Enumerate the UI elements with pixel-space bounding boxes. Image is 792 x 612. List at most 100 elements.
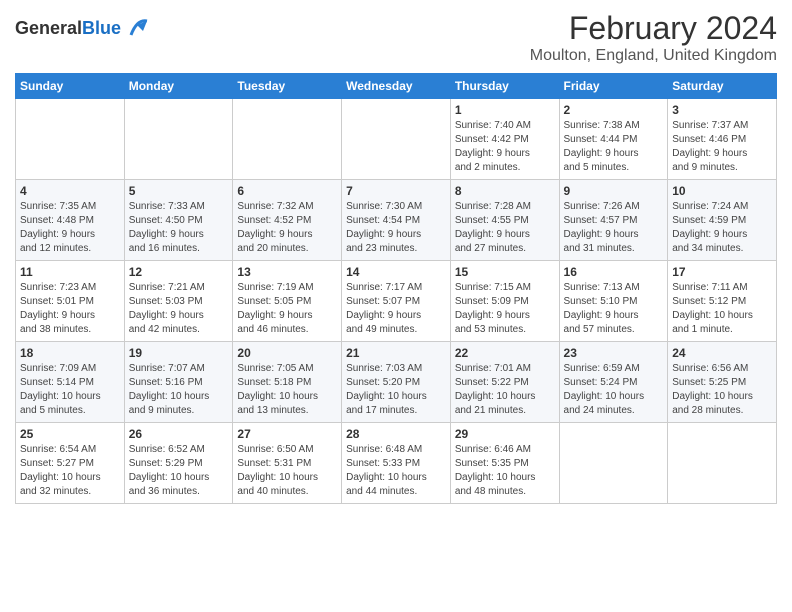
day-info: Sunrise: 7:23 AMSunset: 5:01 PMDaylight:…	[20, 281, 120, 337]
day-number: 18	[20, 346, 120, 360]
day-info: Sunrise: 7:37 AMSunset: 4:46 PMDaylight:…	[672, 119, 772, 175]
col-monday: Monday	[124, 74, 233, 99]
table-row: 13 Sunrise: 7:19 AMSunset: 5:05 PMDayligh…	[233, 261, 342, 342]
page-header: GeneralBlue February 2024 Moulton, Engla…	[15, 10, 777, 65]
day-info: Sunrise: 7:21 AMSunset: 5:03 PMDaylight:…	[129, 281, 229, 337]
table-row: 18 Sunrise: 7:09 AMSunset: 5:14 PMDayligh…	[16, 342, 125, 423]
table-row: 20 Sunrise: 7:05 AMSunset: 5:18 PMDayligh…	[233, 342, 342, 423]
table-row: 22 Sunrise: 7:01 AMSunset: 5:22 PMDayligh…	[450, 342, 559, 423]
day-number: 20	[237, 346, 337, 360]
table-row: 14 Sunrise: 7:17 AMSunset: 5:07 PMDayligh…	[342, 261, 451, 342]
day-number: 14	[346, 265, 446, 279]
table-row: 4 Sunrise: 7:35 AMSunset: 4:48 PMDaylight…	[16, 180, 125, 261]
day-number: 12	[129, 265, 229, 279]
calendar-body: 1 Sunrise: 7:40 AMSunset: 4:42 PMDaylight…	[16, 99, 777, 504]
day-info: Sunrise: 6:50 AMSunset: 5:31 PMDaylight:…	[237, 443, 337, 499]
day-number: 3	[672, 103, 772, 117]
table-row: 23Sunrise: 6:59 AMSunset: 5:24 PMDayligh…	[559, 342, 668, 423]
table-row: 26 Sunrise: 6:52 AMSunset: 5:29 PMDayligh…	[124, 423, 233, 504]
col-saturday: Saturday	[668, 74, 777, 99]
day-number: 27	[237, 427, 337, 441]
day-number: 13	[237, 265, 337, 279]
table-row: 1 Sunrise: 7:40 AMSunset: 4:42 PMDaylight…	[450, 99, 559, 180]
table-row	[124, 99, 233, 180]
table-row: 29 Sunrise: 6:46 AMSunset: 5:35 PMDayligh…	[450, 423, 559, 504]
day-info: Sunrise: 7:28 AMSunset: 4:55 PMDaylight:…	[455, 200, 555, 256]
day-number: 16	[564, 265, 664, 279]
day-info: Sunrise: 7:03 AMSunset: 5:20 PMDaylight:…	[346, 362, 446, 418]
day-info: Sunrise: 7:32 AMSunset: 4:52 PMDaylight:…	[237, 200, 337, 256]
table-row: 10Sunrise: 7:24 AMSunset: 4:59 PMDayligh…	[668, 180, 777, 261]
day-info: Sunrise: 7:40 AMSunset: 4:42 PMDaylight:…	[455, 119, 555, 175]
day-info: Sunrise: 7:13 AMSunset: 5:10 PMDaylight:…	[564, 281, 664, 337]
calendar-table: Sunday Monday Tuesday Wednesday Thursday…	[15, 73, 777, 504]
table-row: 9 Sunrise: 7:26 AMSunset: 4:57 PMDaylight…	[559, 180, 668, 261]
day-info: Sunrise: 6:48 AMSunset: 5:33 PMDaylight:…	[346, 443, 446, 499]
table-row: 5 Sunrise: 7:33 AMSunset: 4:50 PMDaylight…	[124, 180, 233, 261]
title-section: February 2024 Moulton, England, United K…	[530, 10, 777, 65]
day-info: Sunrise: 6:54 AMSunset: 5:27 PMDaylight:…	[20, 443, 120, 499]
day-number: 29	[455, 427, 555, 441]
day-number: 25	[20, 427, 120, 441]
day-number: 8	[455, 184, 555, 198]
day-info: Sunrise: 6:46 AMSunset: 5:35 PMDaylight:…	[455, 443, 555, 499]
day-info: Sunrise: 6:52 AMSunset: 5:29 PMDaylight:…	[129, 443, 229, 499]
day-info: Sunrise: 7:38 AMSunset: 4:44 PMDaylight:…	[564, 119, 664, 175]
table-row: 8 Sunrise: 7:28 AMSunset: 4:55 PMDaylight…	[450, 180, 559, 261]
day-info: Sunrise: 7:05 AMSunset: 5:18 PMDaylight:…	[237, 362, 337, 418]
table-row: 3 Sunrise: 7:37 AMSunset: 4:46 PMDaylight…	[668, 99, 777, 180]
day-info: Sunrise: 6:59 AMSunset: 5:24 PMDaylight:…	[564, 362, 664, 418]
table-row	[559, 423, 668, 504]
col-thursday: Thursday	[450, 74, 559, 99]
day-info: Sunrise: 7:11 AMSunset: 5:12 PMDaylight:…	[672, 281, 772, 337]
day-number: 5	[129, 184, 229, 198]
table-row: 12 Sunrise: 7:21 AMSunset: 5:03 PMDayligh…	[124, 261, 233, 342]
table-row	[16, 99, 125, 180]
subtitle: Moulton, England, United Kingdom	[530, 47, 777, 65]
table-row: 6Sunrise: 7:32 AMSunset: 4:52 PMDaylight…	[233, 180, 342, 261]
logo-icon	[123, 15, 151, 43]
table-row: 7 Sunrise: 7:30 AMSunset: 4:54 PMDaylight…	[342, 180, 451, 261]
day-info: Sunrise: 7:09 AMSunset: 5:14 PMDaylight:…	[20, 362, 120, 418]
table-row: 2 Sunrise: 7:38 AMSunset: 4:44 PMDaylight…	[559, 99, 668, 180]
day-info: Sunrise: 7:35 AMSunset: 4:48 PMDaylight:…	[20, 200, 120, 256]
day-info: Sunrise: 7:17 AMSunset: 5:07 PMDaylight:…	[346, 281, 446, 337]
day-info: Sunrise: 7:19 AMSunset: 5:05 PMDaylight:…	[237, 281, 337, 337]
day-number: 1	[455, 103, 555, 117]
day-info: Sunrise: 6:56 AMSunset: 5:25 PMDaylight:…	[672, 362, 772, 418]
day-number: 21	[346, 346, 446, 360]
table-row: 11Sunrise: 7:23 AMSunset: 5:01 PMDayligh…	[16, 261, 125, 342]
table-row: 17 Sunrise: 7:11 AMSunset: 5:12 PMDayligh…	[668, 261, 777, 342]
calendar-header: Sunday Monday Tuesday Wednesday Thursday…	[16, 74, 777, 99]
table-row	[233, 99, 342, 180]
table-row: 19Sunrise: 7:07 AMSunset: 5:16 PMDayligh…	[124, 342, 233, 423]
day-number: 4	[20, 184, 120, 198]
day-number: 15	[455, 265, 555, 279]
table-row: 21 Sunrise: 7:03 AMSunset: 5:20 PMDayligh…	[342, 342, 451, 423]
logo: GeneralBlue	[15, 15, 151, 43]
col-sunday: Sunday	[16, 74, 125, 99]
logo-text: GeneralBlue	[15, 19, 121, 39]
day-number: 22	[455, 346, 555, 360]
day-info: Sunrise: 7:15 AMSunset: 5:09 PMDaylight:…	[455, 281, 555, 337]
day-number: 28	[346, 427, 446, 441]
table-row: 24 Sunrise: 6:56 AMSunset: 5:25 PMDayligh…	[668, 342, 777, 423]
day-info: Sunrise: 7:33 AMSunset: 4:50 PMDaylight:…	[129, 200, 229, 256]
day-info: Sunrise: 7:30 AMSunset: 4:54 PMDaylight:…	[346, 200, 446, 256]
table-row: 28 Sunrise: 6:48 AMSunset: 5:33 PMDayligh…	[342, 423, 451, 504]
table-row	[342, 99, 451, 180]
day-number: 19	[129, 346, 229, 360]
day-number: 26	[129, 427, 229, 441]
day-number: 17	[672, 265, 772, 279]
table-row: 27 Sunrise: 6:50 AMSunset: 5:31 PMDayligh…	[233, 423, 342, 504]
col-friday: Friday	[559, 74, 668, 99]
day-number: 2	[564, 103, 664, 117]
day-number: 7	[346, 184, 446, 198]
col-wednesday: Wednesday	[342, 74, 451, 99]
day-number: 24	[672, 346, 772, 360]
main-title: February 2024	[530, 10, 777, 47]
day-info: Sunrise: 7:01 AMSunset: 5:22 PMDaylight:…	[455, 362, 555, 418]
day-number: 9	[564, 184, 664, 198]
table-row	[668, 423, 777, 504]
day-info: Sunrise: 7:26 AMSunset: 4:57 PMDaylight:…	[564, 200, 664, 256]
